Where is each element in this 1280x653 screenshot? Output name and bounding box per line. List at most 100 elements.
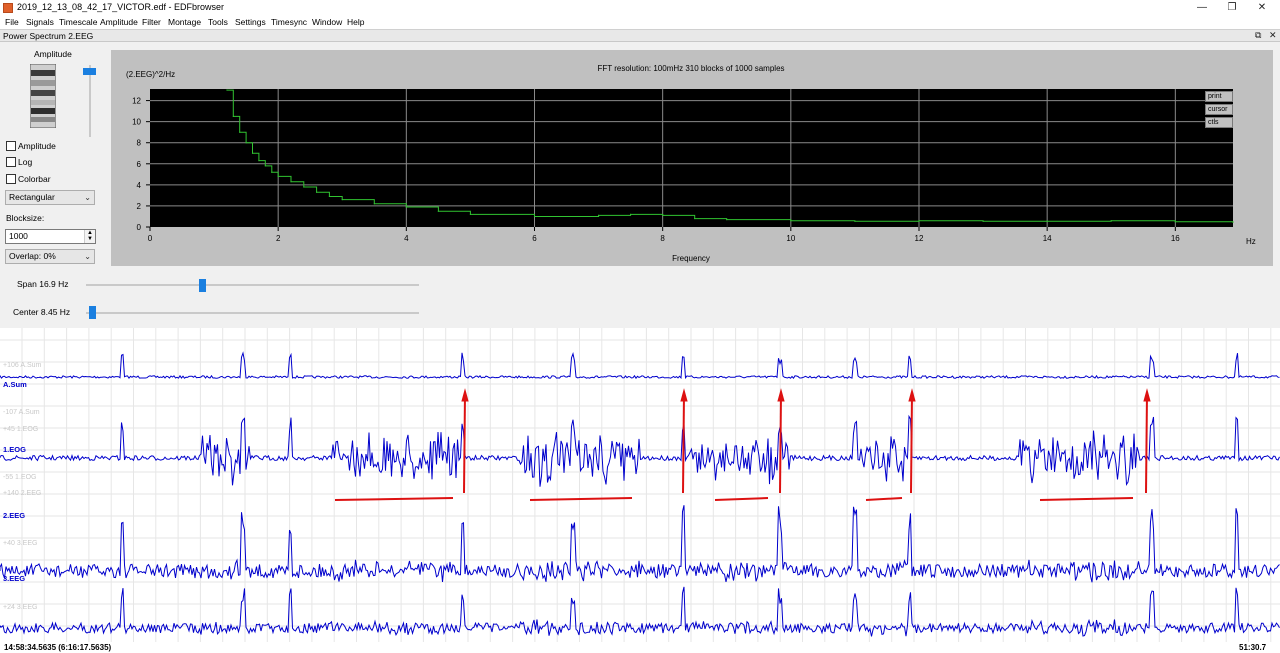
window-function-value: Rectangular: [9, 192, 55, 202]
center-slider-track[interactable]: [86, 312, 419, 314]
maximize-button[interactable]: ❐: [1222, 1, 1242, 15]
x-tick-label: 14: [1043, 234, 1052, 243]
close-button[interactable]: ✕: [1252, 1, 1272, 15]
window-title: 2019_12_13_08_42_17_VICTOR.edf - EDFbrow…: [17, 2, 224, 12]
title-bar: 2019_12_13_08_42_17_VICTOR.edf - EDFbrow…: [0, 0, 1280, 16]
subwindow-restore-button[interactable]: ⧉: [1255, 30, 1261, 41]
menu-window[interactable]: Window: [312, 17, 342, 27]
span-slider-track[interactable]: [86, 284, 419, 286]
menu-tools[interactable]: Tools: [208, 17, 228, 27]
annotation-arrow: [682, 392, 685, 494]
menu-help[interactable]: Help: [347, 17, 364, 27]
annotation-arrow: [1145, 392, 1148, 494]
x-tick-label: 0: [148, 234, 153, 243]
ctls-button[interactable]: ctls: [1205, 117, 1233, 128]
y-tick-label: 2: [137, 202, 142, 211]
annotation-arrow: [910, 392, 913, 494]
y-tick-label: 8: [137, 139, 142, 148]
eog-trace: [0, 414, 1280, 487]
colorbar-checkbox-label: Colorbar: [18, 174, 51, 184]
x-tick-label: 12: [915, 234, 924, 243]
status-bar: 14:58:34.5635 (6:16:17.5635) 51:30.7: [0, 642, 1280, 653]
channel-label: A.Sum: [3, 380, 27, 389]
spin-up-icon[interactable]: ▲ ▼: [84, 230, 95, 243]
blocksize-spinbox[interactable]: 1000 ▲ ▼: [5, 229, 96, 244]
burst-underline: [334, 497, 454, 501]
overlap-select[interactable]: Overlap: 0% ⌄: [5, 249, 95, 264]
colorbar-checkbox[interactable]: [6, 174, 16, 184]
log-checkbox-label: Log: [18, 157, 33, 167]
subwindow-close-button[interactable]: ✕: [1269, 30, 1277, 41]
print-button[interactable]: print: [1205, 91, 1233, 102]
y-tick-label: 10: [132, 118, 141, 127]
x-tick-label: 8: [660, 234, 665, 243]
signal-traces: +106 A.Sum -107 A.Sum +45 1.EOG -55 1.EOG +1…: [0, 328, 1280, 642]
blocksize-value: 1000: [9, 231, 28, 241]
overlap-value: Overlap: 0%: [9, 251, 56, 261]
arrow-head-icon: [461, 388, 469, 402]
y-tick-label: 6: [137, 160, 142, 169]
subwindow-titlebar: Power Spectrum 2.EEG ⧉ ✕: [0, 29, 1280, 42]
channel-label: 3.EEG: [3, 574, 25, 583]
x-tick-label: 10: [786, 234, 795, 243]
scale-label: +40 3.EEG: [3, 540, 37, 547]
center-slider-handle[interactable]: [89, 306, 97, 319]
y-tick-label: 0: [137, 223, 142, 232]
spectrum-chart: FFT resolution: 100mHz 310 blocks of 100…: [126, 64, 1256, 263]
window-function-select[interactable]: Rectangular ⌄: [5, 190, 95, 205]
arrow-head-icon: [777, 388, 785, 402]
menu-filter[interactable]: Filter: [142, 17, 161, 27]
burst-underline: [529, 497, 633, 501]
amplitude-slider-track[interactable]: [89, 65, 91, 137]
x-tick-label: 6: [532, 234, 537, 243]
signal-area[interactable]: +106 A.Sum -107 A.Sum +45 1.EOG -55 1.EOG +1…: [0, 328, 1280, 642]
eeg2-trace: [0, 505, 1280, 583]
x-axis-unit: Hz: [1246, 237, 1256, 246]
log-checkbox[interactable]: [6, 157, 16, 167]
y-tick-label: 4: [137, 181, 142, 190]
channel-label: 1.EOG: [3, 445, 26, 454]
fft-info-text: FFT resolution: 100mHz 310 blocks of 100…: [597, 64, 784, 73]
span-slider-handle[interactable]: [199, 279, 207, 292]
center-label: Center 8.45 Hz: [13, 307, 71, 317]
chevron-down-icon: ⌄: [84, 252, 91, 261]
scale-label: +106 A.Sum: [3, 362, 42, 369]
status-duration: 51:30.7: [1239, 643, 1267, 652]
colorbar-icon: [30, 64, 56, 128]
blocksize-label: Blocksize:: [6, 213, 45, 223]
y-axis-label: (2.EEG)^2/Hz: [126, 70, 175, 79]
scale-label: -107 A.Sum: [3, 409, 40, 416]
channel-label: 2.EEG: [3, 511, 25, 520]
burst-underline: [1039, 497, 1134, 501]
annotation-arrow: [463, 392, 466, 494]
menu-timescale[interactable]: Timescale: [59, 17, 97, 27]
x-tick-label: 2: [276, 234, 281, 243]
x-axis-label: Frequency: [672, 254, 710, 263]
scale-label: +45 1.EOG: [3, 426, 38, 433]
span-label: Span 16.9 Hz: [17, 279, 69, 289]
y-tick-label: 12: [132, 97, 141, 106]
cursor-button[interactable]: cursor: [1205, 104, 1233, 115]
menu-file[interactable]: File: [5, 17, 19, 27]
amplitude-checkbox[interactable]: [6, 141, 16, 151]
status-time: 14:58:34.5635 (6:16:17.5635): [4, 643, 112, 652]
subwindow-title: Power Spectrum 2.EEG: [3, 31, 94, 41]
arrow-head-icon: [1143, 388, 1151, 402]
arrow-head-icon: [680, 388, 688, 402]
amplitude-slider-handle[interactable]: [83, 68, 96, 75]
menu-amplitude[interactable]: Amplitude: [100, 17, 138, 27]
amplitude-label: Amplitude: [34, 49, 72, 59]
scale-label: +24 3.EEG: [3, 604, 37, 611]
a-sum-trace: [0, 351, 1280, 380]
annotation-arrow: [779, 392, 782, 494]
x-tick-label: 16: [1171, 234, 1180, 243]
menu-timesync[interactable]: Timesync: [271, 17, 307, 27]
menu-settings[interactable]: Settings: [235, 17, 266, 27]
menu-signals[interactable]: Signals: [26, 17, 54, 27]
app-icon: [3, 3, 13, 13]
scale-label: +140 2.EEG: [3, 490, 41, 497]
burst-underline: [714, 497, 769, 501]
menu-montage[interactable]: Montage: [168, 17, 201, 27]
minimize-button[interactable]: —: [1192, 1, 1212, 15]
scale-label: -55 1.EOG: [3, 474, 36, 481]
